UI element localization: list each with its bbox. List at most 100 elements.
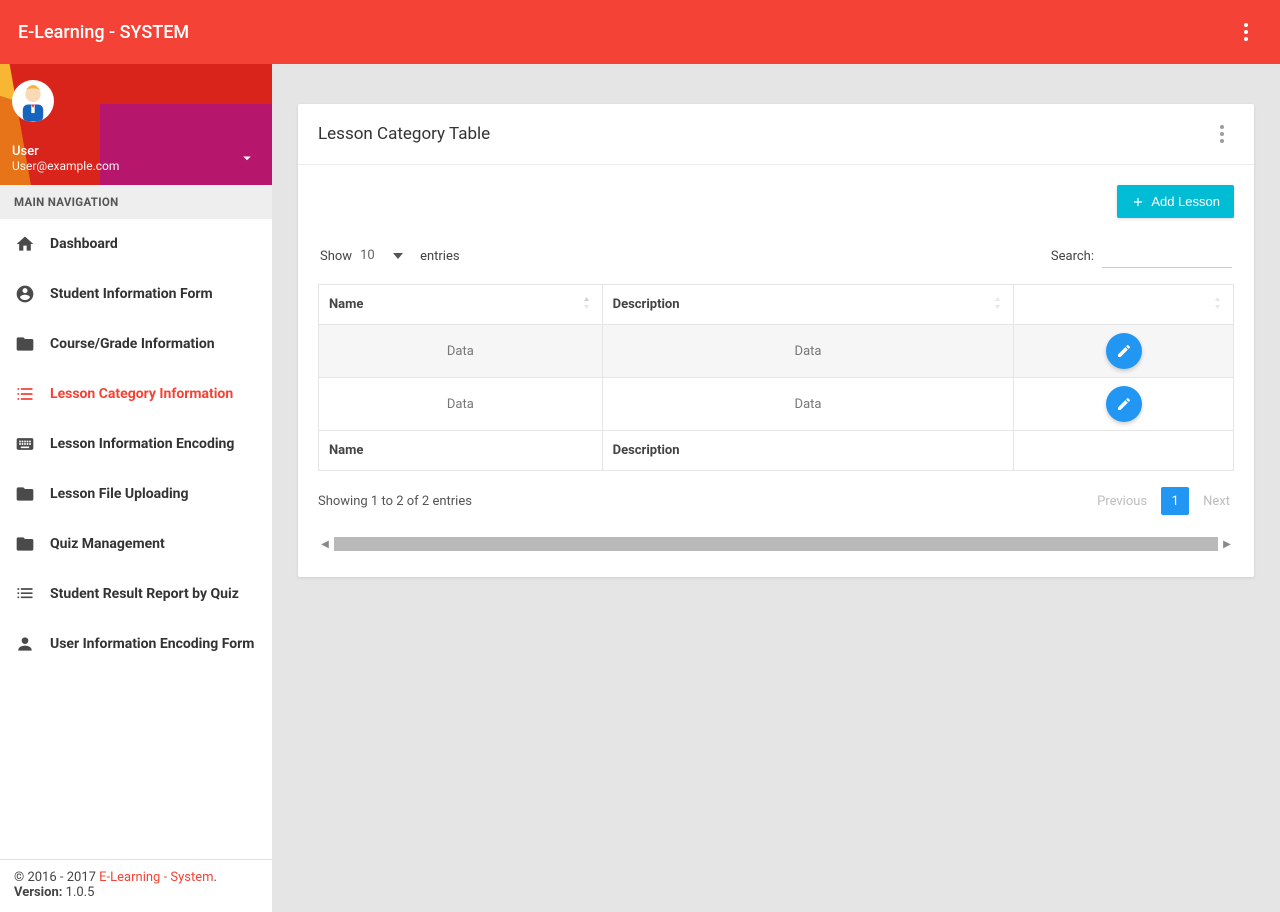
sort-icon: [1212, 296, 1223, 314]
show-label: Show: [320, 249, 352, 264]
sidebar-footer: © 2016 - 2017 E-Learning - System. Versi…: [0, 859, 272, 912]
folder-icon: [14, 483, 36, 505]
more-vert-icon: [1220, 125, 1224, 143]
page-title: Lesson Category Table: [318, 124, 490, 144]
cell-actions: [1014, 325, 1234, 378]
sidebar-item-course-grade-information[interactable]: Course/Grade Information: [0, 319, 272, 369]
sidebar-item-label: Dashboard: [50, 236, 118, 252]
sidebar-item-student-information-form[interactable]: Student Information Form: [0, 269, 272, 319]
search-input[interactable]: [1102, 244, 1232, 268]
pencil-icon: [1116, 396, 1132, 412]
scroll-right-arrow-icon: ▶: [1220, 537, 1234, 551]
cell-name: Data: [319, 378, 603, 431]
table-footer-row: Name Description: [319, 431, 1234, 471]
add-lesson-button[interactable]: Add Lesson: [1117, 185, 1234, 218]
horizontal-scrollbar[interactable]: ◀ ▶: [318, 535, 1234, 553]
sidebar-nav: Dashboard Student Information Form Cours…: [0, 219, 272, 859]
sort-icon: [992, 296, 1003, 314]
table-row: Data Data: [319, 325, 1234, 378]
version-value: 1.0.5: [66, 885, 95, 900]
pager-prev[interactable]: Previous: [1093, 488, 1151, 515]
version-label: Version:: [14, 885, 62, 900]
pager-page-current[interactable]: 1: [1161, 487, 1189, 515]
pencil-icon: [1116, 343, 1132, 359]
app-topbar: E-Learning - SYSTEM: [0, 0, 1280, 64]
edit-row-button[interactable]: [1106, 386, 1142, 422]
copyright-prefix: © 2016 - 2017: [14, 870, 99, 885]
page-size-select[interactable]: 10: [360, 246, 412, 266]
sidebar-item-label: Lesson Information Encoding: [50, 436, 234, 452]
sidebar-item-lesson-information-encoding[interactable]: Lesson Information Encoding: [0, 419, 272, 469]
lesson-category-table: Name Description: [318, 284, 1234, 471]
sidebar-item-lesson-category-information[interactable]: Lesson Category Information: [0, 369, 272, 419]
scrollbar-track: [334, 537, 1218, 551]
chevron-down-icon: [238, 149, 256, 167]
user-menu-toggle[interactable]: [238, 149, 256, 171]
sidebar-item-label: Student Information Form: [50, 286, 213, 302]
more-vert-icon: [1244, 23, 1248, 41]
page-size-control: Show 10 entries: [320, 246, 460, 266]
cell-description: Data: [602, 378, 1014, 431]
page-size-value: 10: [360, 248, 375, 263]
column-header-description[interactable]: Description: [602, 285, 1014, 325]
user-email: User@example.com: [12, 159, 260, 173]
sidebar-item-label: Student Result Report by Quiz: [50, 586, 239, 602]
pager-next[interactable]: Next: [1199, 488, 1234, 515]
footer-name: Name: [319, 431, 603, 471]
content-area: Lesson Category Table Add Lesson Show 10: [272, 64, 1280, 912]
lesson-category-card: Lesson Category Table Add Lesson Show 10: [298, 104, 1254, 577]
column-header-label: Name: [329, 297, 363, 312]
footer-brand-link[interactable]: E-Learning - System: [99, 870, 213, 885]
sidebar: User User@example.com MAIN NAVIGATION Da…: [0, 64, 272, 912]
list-icon: [14, 383, 36, 405]
table-row: Data Data: [319, 378, 1234, 431]
sidebar-item-label: User Information Encoding Form: [50, 636, 254, 652]
cell-name: Data: [319, 325, 603, 378]
table-pager: Previous 1 Next: [1093, 487, 1234, 515]
sidebar-item-user-information-encoding-form[interactable]: User Information Encoding Form: [0, 619, 272, 669]
column-header-name[interactable]: Name: [319, 285, 603, 325]
sidebar-item-label: Quiz Management: [50, 536, 165, 552]
sidebar-item-student-result-report-by-quiz[interactable]: Student Result Report by Quiz: [0, 569, 272, 619]
folder-icon: [14, 533, 36, 555]
search-label: Search:: [1051, 249, 1094, 264]
card-header: Lesson Category Table: [298, 104, 1254, 165]
keyboard-icon: [14, 433, 36, 455]
table-header-row: Name Description: [319, 285, 1234, 325]
column-header-label: Description: [613, 297, 680, 312]
home-icon: [14, 233, 36, 255]
scroll-left-arrow-icon: ◀: [318, 537, 332, 551]
sort-icon: [581, 296, 592, 314]
sidebar-item-lesson-file-uploading[interactable]: Lesson File Uploading: [0, 469, 272, 519]
card-body: Add Lesson Show 10 entries Search:: [298, 165, 1254, 577]
person-icon: [14, 633, 36, 655]
sidebar-item-label: Lesson Category Information: [50, 386, 233, 402]
footer-description: Description: [602, 431, 1014, 471]
list-alt-icon: [14, 583, 36, 605]
folder-icon: [14, 333, 36, 355]
avatar: [12, 80, 54, 122]
sidebar-section-header: MAIN NAVIGATION: [0, 185, 272, 219]
avatar-illustration-icon: [16, 82, 50, 122]
card-more-button[interactable]: [1210, 122, 1234, 146]
app-title: E-Learning - SYSTEM: [18, 22, 189, 43]
dropdown-triangle-icon: [393, 253, 403, 259]
copyright-suffix: .: [214, 870, 217, 885]
user-name: User: [12, 144, 260, 159]
column-header-actions[interactable]: [1014, 285, 1234, 325]
account-circle-icon: [14, 283, 36, 305]
sidebar-item-label: Lesson File Uploading: [50, 486, 189, 502]
sidebar-item-quiz-management[interactable]: Quiz Management: [0, 519, 272, 569]
edit-row-button[interactable]: [1106, 333, 1142, 369]
table-info: Showing 1 to 2 of 2 entries: [318, 494, 472, 509]
cell-description: Data: [602, 325, 1014, 378]
user-block: User User@example.com: [0, 64, 272, 185]
sidebar-item-label: Course/Grade Information: [50, 336, 215, 352]
add-lesson-button-label: Add Lesson: [1151, 194, 1220, 209]
cell-actions: [1014, 378, 1234, 431]
plus-icon: [1131, 195, 1145, 209]
entries-label: entries: [420, 249, 460, 264]
sidebar-item-dashboard[interactable]: Dashboard: [0, 219, 272, 269]
footer-actions: [1014, 431, 1234, 471]
topbar-more-button[interactable]: [1230, 16, 1262, 48]
